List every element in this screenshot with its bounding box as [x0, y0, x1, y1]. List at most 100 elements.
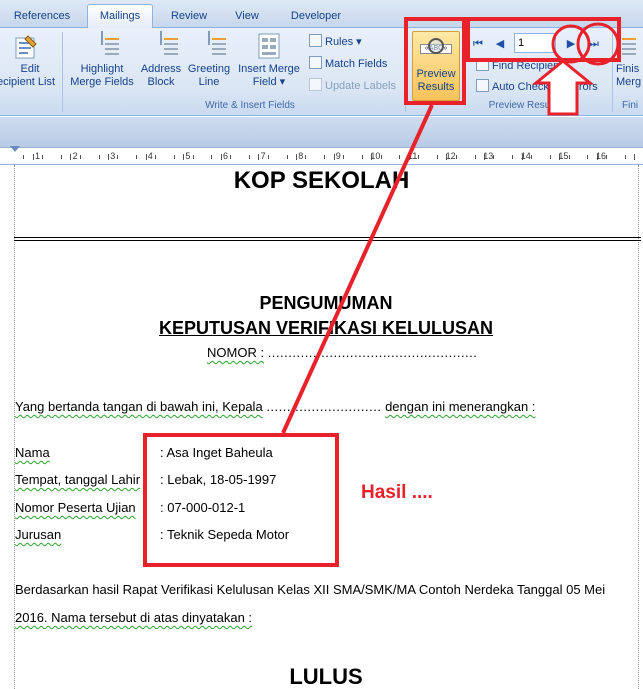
ruler-tick [211, 155, 213, 159]
indent-marker-icon[interactable] [10, 146, 20, 152]
match-fields-label: Match Fields [325, 58, 388, 70]
auto-check-label: Auto Check for Errors [492, 81, 598, 93]
ruler-tick [634, 154, 636, 160]
intro-dots: ............................ [266, 399, 382, 414]
ruler-tick [183, 154, 185, 160]
ruler-tick [70, 154, 72, 160]
ruler-number: 4 [147, 151, 153, 161]
update-labels-button[interactable]: Update Labels [309, 78, 396, 94]
result-paragraph-line1: Berdasarkan hasil Rapat Verifikasi Kelul… [15, 582, 606, 597]
insert-merge-line2: Field ▾ [252, 76, 286, 88]
ruler-number: 6 [223, 151, 229, 161]
ruler-tick [136, 155, 138, 159]
highlight-line2: Merge Fields [70, 76, 134, 88]
greeting-line-button[interactable]: Greeting Line [184, 31, 234, 89]
ruler-tick [23, 155, 25, 159]
ruler-tick [606, 155, 608, 159]
ruler-number: 10 [370, 151, 381, 161]
ruler-tick [324, 155, 326, 159]
finish-merge-icon [618, 31, 642, 60]
ruler-tick [399, 155, 401, 159]
right-margin-guide [638, 165, 639, 689]
update-labels-label: Update Labels [325, 80, 396, 92]
ruler-tick [493, 155, 495, 159]
ruler-number: 13 [483, 151, 494, 161]
finish-line2: Merg [616, 76, 642, 88]
field-label-nama: Nama [15, 445, 50, 460]
header-rule-bottom [14, 240, 641, 241]
ruler-tick [79, 155, 81, 159]
ruler-tick [267, 155, 269, 159]
announcement-title: PENGUMUMAN [259, 293, 393, 313]
ruler-number: 1 [35, 151, 41, 161]
decision-title: KEPUTUSAN VERIFIKASI KELULUSAN [158, 318, 494, 338]
ruler-tick [32, 154, 34, 160]
rules-button[interactable]: Rules ▾ [309, 34, 362, 50]
ruler-tick [418, 155, 420, 159]
horizontal-ruler[interactable]: 1 2 3 4 5 6 7 8 9 10 11 12 13 14 15 16 [0, 147, 643, 165]
ruler-tick [296, 154, 297, 160]
intro-paragraph: Yang bertanda tangan di bawah ini, Kepal… [15, 399, 535, 414]
nomor-label: NOMOR : [207, 345, 265, 360]
ruler-tick [108, 154, 109, 160]
ruler-tick [173, 155, 175, 159]
header-rule-top [14, 237, 641, 238]
lulus-heading: LULUS [289, 664, 363, 689]
auto-check-errors-button[interactable]: Auto Check for Errors [476, 79, 598, 95]
annotation-box-navigation [466, 17, 621, 62]
insert-merge-field-button[interactable]: Insert Merge Field ▾ [234, 32, 304, 89]
ruler-number: 5 [185, 151, 191, 161]
annotation-box-preview [404, 17, 466, 105]
kop-sekolah-heading: KOP SEKOLAH [233, 167, 410, 194]
ruler-tick [333, 154, 335, 160]
nomor-line: NOMOR : ................................… [207, 345, 477, 360]
ruler-tick [230, 155, 232, 159]
ruler-number: 3 [110, 151, 116, 161]
match-fields-button[interactable]: Match Fields [309, 56, 387, 72]
intro-text-a: Yang bertanda tangan di bawah ini, Kepal… [15, 399, 263, 414]
ruler-number: 11 [408, 151, 418, 161]
field-label-nomor-peserta: Nomor Peserta Ujian [15, 500, 136, 515]
ruler-tick [192, 155, 194, 159]
ribbon-bottom-strip [0, 117, 643, 147]
ruler-tick [587, 155, 589, 159]
write-insert-group-label: Write & Insert Fields [205, 100, 295, 111]
edit-recipient-line1: Edit [20, 63, 40, 75]
ruler-number: 16 [596, 151, 607, 161]
ruler-tick [549, 155, 551, 159]
ruler-tick [455, 155, 457, 159]
highlight-line1: Highlight [80, 63, 124, 75]
ruler-tick [145, 154, 147, 160]
field-label-ttl: Tempat, tanggal Lahir [15, 472, 141, 487]
highlight-merge-fields-button[interactable]: Highlight Merge Fields [68, 31, 136, 89]
ruler-number: 7 [260, 151, 266, 161]
tab-mailings[interactable]: Mailings [87, 4, 153, 29]
ruler-number: 14 [520, 151, 531, 161]
ruler-tick [531, 155, 532, 159]
insert-merge-field-icon [257, 32, 281, 60]
ruler-number: 2 [72, 151, 78, 161]
match-fields-icon [309, 56, 322, 69]
address-block-button[interactable]: Address Block [138, 31, 184, 89]
edit-recipient-list-button[interactable]: Edit ecipient List [0, 32, 56, 89]
finish-group-label: Fini [622, 100, 639, 111]
intro-text-b: dengan ini menerangkan : [385, 399, 536, 414]
edit-list-icon [14, 32, 38, 60]
ruler-tick [117, 155, 119, 159]
ruler-tick [343, 155, 344, 159]
ruler-tick [220, 154, 222, 160]
address-block-icon [149, 31, 173, 60]
field-label-jurusan: Jurusan [15, 527, 62, 542]
tab-review[interactable]: Review [163, 6, 215, 28]
ruler-tick [625, 155, 626, 159]
tab-developer[interactable]: Developer [280, 6, 352, 28]
update-labels-icon [309, 78, 322, 91]
group-separator [62, 32, 63, 112]
annotation-hasil-label: Hasil .... [361, 482, 433, 503]
ruler-tick [474, 155, 476, 159]
tab-view[interactable]: View [226, 6, 268, 28]
ruler-tick [286, 155, 288, 159]
address-line1: Address [140, 63, 182, 75]
tab-references[interactable]: References [8, 6, 76, 28]
greeting-line-icon [197, 31, 221, 60]
